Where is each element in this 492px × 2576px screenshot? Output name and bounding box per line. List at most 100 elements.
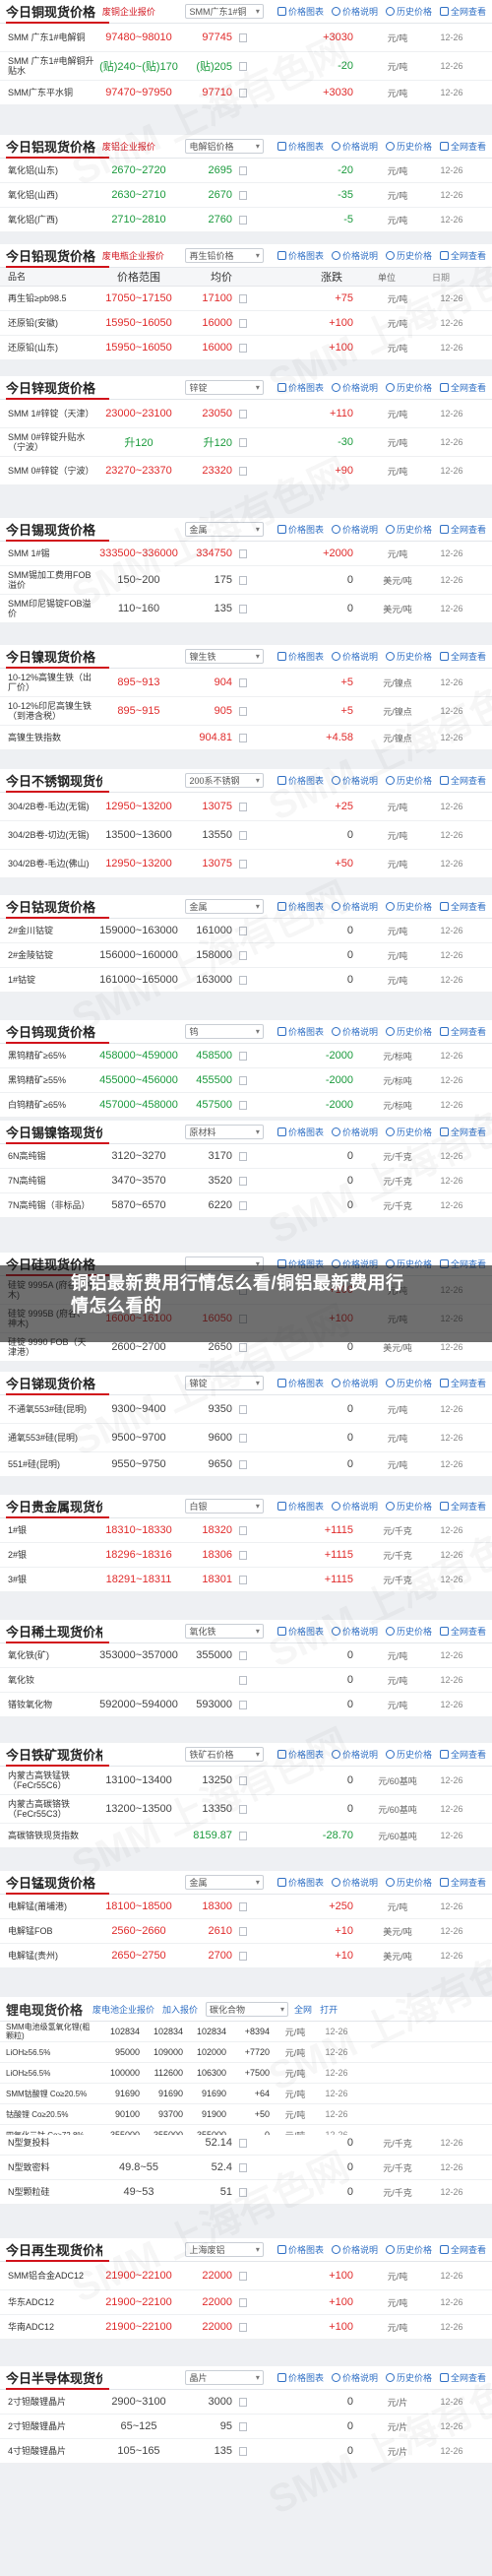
section-dropdown[interactable]: 上海废铝 ▾: [185, 2242, 264, 2257]
product-name[interactable]: 内蒙古高铁锰铁（FeCr55C6）: [8, 1771, 94, 1790]
table-row[interactable]: 7N高纯锡（非标品） 5870~6570 6220 0 元/千克 12-26: [0, 1193, 492, 1218]
product-name[interactable]: 551#硅(昆明): [8, 1459, 94, 1469]
document-icon[interactable]: [239, 2446, 247, 2456]
lithium-row[interactable]: 四氧化三钴 Co≥72.8% 355000 355000 355000 0元/吨 12-2…: [0, 2125, 492, 2135]
section-dropdown[interactable]: 白银 ▾: [185, 1499, 264, 1513]
product-name[interactable]: 304/2B卷-毛边(无锡): [8, 802, 94, 811]
all-link[interactable]: 全网查看: [439, 774, 486, 787]
document-icon[interactable]: [239, 859, 247, 869]
product-name[interactable]: 2#金陵钴锭: [8, 950, 94, 960]
table-row[interactable]: SMM锡加工费用FOB溢价 150~200 175 0 美元/吨 12-26: [0, 566, 492, 595]
product-name[interactable]: 高碳铬铁现货指数: [8, 1831, 94, 1840]
product-name[interactable]: 高镍生铁指数: [8, 733, 94, 742]
lithium-row[interactable]: 钴酸锂 Co≥20.5% 90100 93700 91900 +50 元/吨 12-26: [0, 2104, 492, 2125]
lithium-open-button[interactable]: 打开: [320, 2003, 338, 2016]
history-link[interactable]: 历史价格: [385, 1625, 432, 1638]
table-row[interactable]: 2寸钽酸锂晶片 65~125 95 0 元/片 12-26: [0, 2415, 492, 2439]
document-icon[interactable]: [239, 293, 247, 303]
document-icon[interactable]: [239, 343, 247, 353]
chart-link[interactable]: 价格图表: [277, 140, 324, 153]
product-name[interactable]: 电解锰(贵州): [8, 1951, 94, 1961]
table-row[interactable]: 7N高纯锡 3470~3570 3520 0 元/千克 12-26: [0, 1169, 492, 1193]
section-dropdown[interactable]: SMM广东1#铜 ▾: [185, 4, 264, 19]
chart-link[interactable]: 价格图表: [277, 381, 324, 394]
product-name[interactable]: 1#银: [8, 1525, 94, 1535]
section-dropdown[interactable]: 电解铝价格 ▾: [185, 139, 264, 154]
section-subtitle-link[interactable]: 废铜企业报价: [102, 5, 186, 18]
section-dropdown[interactable]: 晶片 ▾: [185, 2370, 264, 2385]
all-link[interactable]: 全网查看: [439, 249, 486, 262]
explain-link[interactable]: 价格说明: [331, 5, 378, 18]
document-icon[interactable]: [239, 1176, 247, 1186]
product-name[interactable]: 氧化钕: [8, 1675, 94, 1685]
document-icon[interactable]: [239, 318, 247, 328]
document-icon[interactable]: [239, 733, 247, 742]
document-icon[interactable]: [239, 1200, 247, 1210]
document-icon[interactable]: [239, 61, 247, 71]
table-row[interactable]: SMM 0#锌锭（宁波） 23270~23370 23320 +90 元/吨 12-26: [0, 457, 492, 485]
product-name[interactable]: LiOH≥56.5%: [6, 2048, 96, 2057]
table-row[interactable]: SMM 广东1#电解铜升贴水 (贴)240~(贴)170 (贴)205 -20 元/吨 1…: [0, 52, 492, 81]
document-icon[interactable]: [239, 1459, 247, 1469]
chart-link[interactable]: 价格图表: [277, 249, 324, 262]
explain-link[interactable]: 价格说明: [331, 1625, 378, 1638]
section-dropdown[interactable]: 镍生铁 ▾: [185, 649, 264, 664]
explain-link[interactable]: 价格说明: [331, 774, 378, 787]
history-link[interactable]: 历史价格: [385, 523, 432, 536]
document-icon[interactable]: [239, 32, 247, 42]
product-name[interactable]: 还原铅(安徽): [8, 318, 94, 328]
explain-link[interactable]: 价格说明: [331, 249, 378, 262]
lithium-row[interactable]: SMM电池级氢氧化锂(粗颗粒) 102834 102834 102834 +8394 元/…: [0, 2022, 492, 2042]
all-link[interactable]: 全网查看: [439, 2371, 486, 2384]
document-icon[interactable]: [239, 575, 247, 585]
explain-link[interactable]: 价格说明: [331, 2371, 378, 2384]
product-name[interactable]: 钴酸锂 Co≥20.5%: [6, 2110, 96, 2119]
chart-link[interactable]: 价格图表: [277, 1126, 324, 1138]
table-row[interactable]: 2#金陵钴锭 156000~160000 158000 0 元/吨 12-26: [0, 943, 492, 968]
all-link[interactable]: 全网查看: [439, 381, 486, 394]
section-dropdown[interactable]: 氧化铁 ▾: [185, 1624, 264, 1639]
chart-link[interactable]: 价格图表: [277, 774, 324, 787]
document-icon[interactable]: [239, 706, 247, 716]
section-subtitle-link[interactable]: 废电瓶企业报价: [102, 249, 186, 262]
product-name[interactable]: 还原铅(山东): [8, 343, 94, 353]
table-row[interactable]: 6N高纯锡 3120~3270 3170 0 元/千克 12-26: [0, 1144, 492, 1169]
section-dropdown[interactable]: 再生铅价格 ▾: [185, 248, 264, 263]
product-name[interactable]: 华南ADC12: [8, 2322, 94, 2332]
product-name[interactable]: 3#银: [8, 1575, 94, 1584]
document-icon[interactable]: [239, 1433, 247, 1443]
document-icon[interactable]: [239, 190, 247, 200]
section-dropdown[interactable]: 200系不锈钢 ▾: [185, 773, 264, 788]
document-icon[interactable]: [239, 1831, 247, 1840]
lithium-row[interactable]: LiOH≥56.5% 100000 112600 106300 +7500 元/吨 12-2…: [0, 2063, 492, 2084]
table-row[interactable]: 304/2B卷-毛边(无锡) 12950~13200 13075 +25 元/吨 12-2…: [0, 793, 492, 821]
product-name[interactable]: 2寸钽酸锂晶片: [8, 2397, 94, 2407]
table-row[interactable]: 10-12%高镍生铁（出厂价） 895~913 904 +5 元/镍点 12-26: [0, 669, 492, 697]
document-icon[interactable]: [239, 1926, 247, 1936]
document-icon[interactable]: [239, 1951, 247, 1961]
document-icon[interactable]: [239, 1700, 247, 1709]
document-icon[interactable]: [239, 1525, 247, 1535]
all-link[interactable]: 全网查看: [439, 523, 486, 536]
product-name[interactable]: 1#钴锭: [8, 975, 94, 985]
product-name[interactable]: SMM 1#锡: [8, 548, 94, 558]
product-name[interactable]: LiOH≥56.5%: [6, 2069, 96, 2078]
product-name[interactable]: 10-12%高镍生铁（出厂价）: [8, 673, 94, 692]
lithium-row[interactable]: SMM钴酸锂 Co≥20.5% 91690 91690 91690 +64 元/吨 12-2…: [0, 2084, 492, 2104]
table-row[interactable]: 电解锰FOB 2560~2660 2610 +10 美元/吨 12-26: [0, 1919, 492, 1944]
document-icon[interactable]: [239, 2271, 247, 2281]
table-row[interactable]: 白钨精矿≥65% 457000~458000 457500 -2000 元/标吨 12-2…: [0, 1093, 492, 1118]
lithium-all-button[interactable]: 全网: [294, 2003, 312, 2016]
table-row[interactable]: 304/2B卷-毛边(佛山) 12950~13200 13075 +50 元/吨 12-2…: [0, 850, 492, 878]
product-name[interactable]: 2#金川钴锭: [8, 926, 94, 935]
history-link[interactable]: 历史价格: [385, 900, 432, 913]
all-link[interactable]: 全网查看: [439, 1748, 486, 1761]
table-row[interactable]: 10-12%印尼高镍生铁（到港含税） 895~915 905 +5 元/镍点 12-26: [0, 697, 492, 726]
section-dropdown[interactable]: 金属 ▾: [185, 1875, 264, 1890]
document-icon[interactable]: [239, 975, 247, 985]
section-subtitle-link[interactable]: 废铝企业报价: [102, 140, 186, 153]
all-link[interactable]: 全网查看: [439, 1025, 486, 1038]
document-icon[interactable]: [239, 1901, 247, 1911]
document-icon[interactable]: [239, 215, 247, 225]
all-link[interactable]: 全网查看: [439, 1625, 486, 1638]
